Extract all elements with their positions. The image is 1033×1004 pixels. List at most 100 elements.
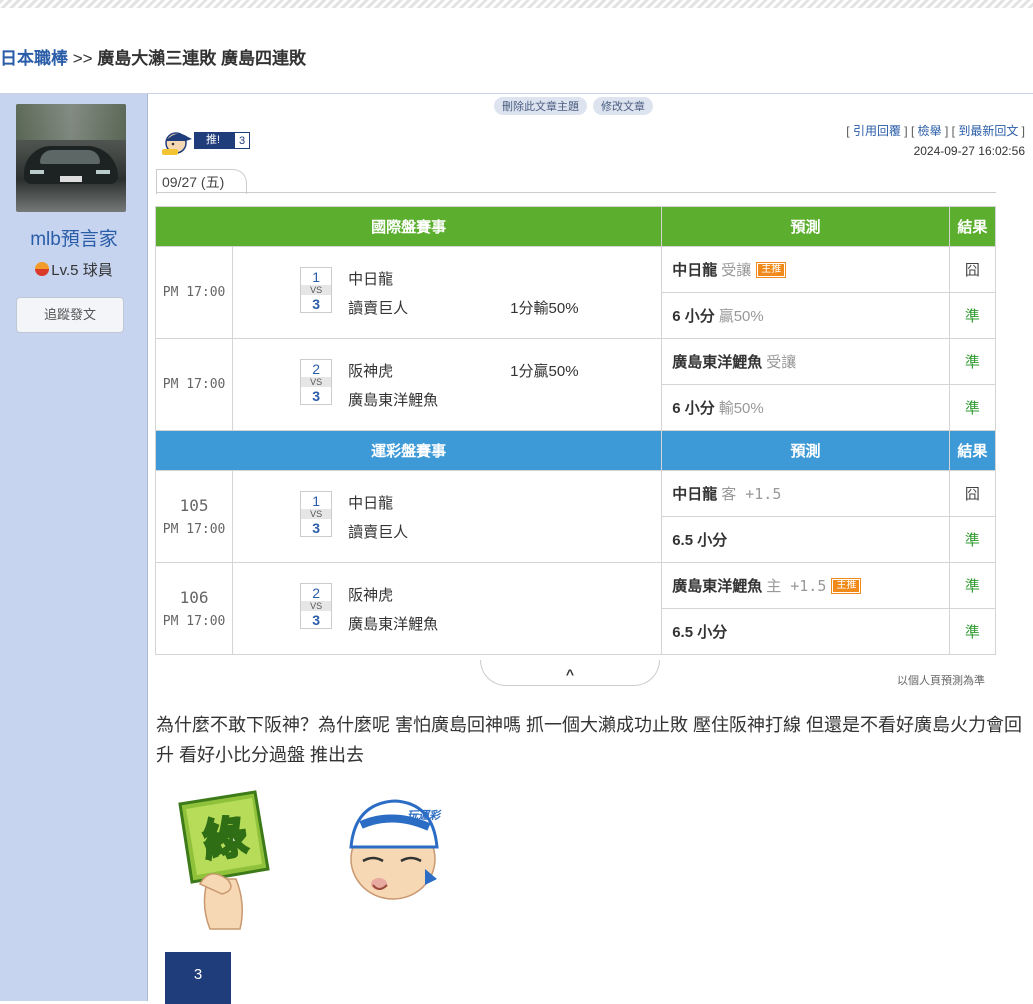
lottery-header-match: 運彩盤賽事 [154, 430, 663, 471]
prediction-cell: 6.5 小分 [661, 516, 950, 563]
user-level-label: Lv.5 球員 [51, 262, 113, 279]
prediction-pick: 中日龍 [672, 262, 718, 279]
score-away: 2 [300, 583, 333, 601]
mascot-icon [162, 132, 192, 155]
vs-label: VS [300, 377, 333, 387]
prediction-detail: 輸50% [718, 400, 764, 417]
intl-header-match: 國際盤賽事 [154, 206, 663, 247]
team-home: 廣島東洋鯉魚 [348, 616, 439, 633]
game-time-cell: 105 PM 17:00 [154, 470, 234, 563]
result-cell: 準 [948, 516, 997, 563]
lottery-header-pred: 預測 [661, 430, 950, 471]
top-border [0, 0, 1033, 8]
team-away: 中日龍 [348, 271, 394, 288]
sticker-text: 玩運彩 [407, 809, 442, 822]
latest-reply-link[interactable]: 到最新回文 [958, 124, 1018, 138]
score-away: 1 [300, 491, 333, 509]
vs-label: VS [300, 601, 333, 611]
vs-label: VS [300, 285, 333, 295]
prediction-detail: 受讓 [721, 262, 752, 279]
result-cell: 準 [948, 562, 997, 609]
intl-header-row: 國際盤賽事 預測 結果 [154, 206, 997, 247]
game-time-cell: 106 PM 17:00 [154, 562, 234, 655]
edit-post-button[interactable]: 修改文章 [593, 97, 653, 115]
push-count: 3 [234, 132, 250, 149]
score-home: 3 [300, 611, 333, 629]
prediction-cell: 6.5 小分 [661, 608, 950, 655]
prediction-pick: 6 小分 [672, 400, 715, 417]
lottery-header-result: 結果 [948, 430, 997, 471]
prediction-pick: 6.5 小分 [672, 532, 728, 549]
result-cell: 準 [948, 384, 997, 431]
baseball-icon [35, 262, 50, 276]
table-row: PM 17:00 1 VS 3 中日龍 讀賣巨人 1分輸50% 中日龍 受讓 主推 … [154, 246, 997, 339]
footnote: 以個人頁預測為準 [897, 675, 985, 687]
delete-topic-button[interactable]: 刪除此文章主題 [494, 97, 587, 115]
result-cell: 囧 [948, 246, 997, 293]
score-home: 3 [300, 519, 333, 537]
handicap-result: 1分輸50% [510, 300, 579, 317]
table-row: PM 17:00 2 VS 3 阪神虎 廣島東洋鯉魚 1分贏50% 廣島東洋鯉魚… [154, 338, 997, 431]
collapse-toggle[interactable]: ^ [480, 660, 660, 686]
matchup: 1 VS 3 中日龍 讀賣巨人 1分輸50% [232, 246, 663, 339]
featured-badge: 主推 [756, 262, 787, 278]
team-away: 阪神虎 [348, 587, 394, 604]
push-count-badge: 3 [165, 952, 231, 1004]
team-home: 讀賣巨人 [348, 300, 409, 317]
team-away: 阪神虎 [348, 363, 394, 380]
post-timestamp: 2024-09-27 16:02:56 [913, 144, 1025, 158]
date-divider [156, 192, 996, 193]
username[interactable]: mlb預言家 [0, 224, 148, 251]
game-time: PM 17:00 [162, 614, 226, 629]
team-home: 廣島東洋鯉魚 [348, 392, 439, 409]
prediction-table: 國際盤賽事 預測 結果 PM 17:00 1 VS 3 中日龍 讀賣巨人 1分輸… [154, 206, 997, 655]
featured-badge: 主推 [831, 578, 862, 594]
sticker-text: 綠 [200, 811, 251, 868]
post-content: 刪除此文章主題 修改文章 推! 3 [ 引用回覆 ] [ 檢舉 ] [ 到最新回文… [148, 94, 1033, 1004]
moderation-buttons: 刪除此文章主題 修改文章 [494, 97, 659, 115]
prediction-cell: 中日龍 受讓 主推 [661, 246, 950, 293]
result-cell: 準 [948, 292, 997, 339]
avatar[interactable] [16, 104, 126, 212]
prediction-pick: 6.5 小分 [672, 624, 728, 641]
result-cell: 囧 [948, 470, 997, 517]
breadcrumb: 日本職棒 >> 廣島大瀨三連敗 廣島四連敗 [0, 44, 306, 69]
post-container: mlb預言家 Lv.5 球員 追蹤發文 刪除此文章主題 修改文章 推! 3 [ 引… [0, 93, 1033, 1004]
handicap-result: 1分贏50% [510, 363, 579, 380]
post-body-text: 為什麼不敢下阪神？為什麼呢 害怕廣島回神嗎 抓一個大瀨成功止敗 壓住阪神打線 但… [156, 715, 1022, 765]
score-away: 2 [300, 359, 333, 377]
user-level: Lv.5 球員 [0, 259, 148, 280]
prediction-cell: 6 小分 贏50% [661, 292, 950, 339]
table-row: 105 PM 17:00 1 VS 3 中日龍 讀賣巨人 中日龍客 +1.5 囧 [154, 470, 997, 563]
prediction-pick: 中日龍 [672, 486, 718, 503]
user-sidebar: mlb預言家 Lv.5 球員 追蹤發文 [0, 94, 148, 1001]
follow-button[interactable]: 追蹤發文 [16, 297, 124, 333]
green-card-sticker-icon: 綠 [178, 790, 270, 930]
intl-header-pred: 預測 [661, 206, 950, 247]
game-number: 105 [179, 496, 209, 515]
report-link[interactable]: 檢舉 [918, 124, 942, 138]
prediction-pick: 廣島東洋鯉魚 [672, 354, 763, 371]
intl-header-result: 結果 [948, 206, 997, 247]
score-home: 3 [300, 387, 333, 405]
breadcrumb-forum-link[interactable]: 日本職棒 [0, 49, 68, 68]
matchup: 2 VS 3 阪神虎 廣島東洋鯉魚 1分贏50% [232, 338, 663, 431]
game-time: PM 17:00 [162, 522, 226, 537]
lottery-header-row: 運彩盤賽事 預測 結果 [154, 430, 997, 471]
date-tab: 09/27 (五) [156, 169, 248, 194]
team-home: 讀賣巨人 [348, 524, 409, 541]
prediction-detail: 贏50% [718, 308, 764, 325]
prediction-pick: 廣島東洋鯉魚 [672, 578, 763, 595]
prediction-cell: 廣島東洋鯉魚主 +1.5 主推 [661, 562, 950, 609]
prediction-cell: 6 小分 輸50% [661, 384, 950, 431]
game-number: 106 [179, 588, 209, 607]
prediction-pick: 6 小分 [672, 308, 715, 325]
team-away: 中日龍 [348, 495, 394, 512]
score-home: 3 [300, 295, 333, 313]
result-cell: 準 [948, 338, 997, 385]
page-title: 廣島大瀨三連敗 廣島四連敗 [97, 49, 307, 68]
prediction-detail: 受讓 [766, 354, 797, 371]
mascot-sticker-icon: 玩運彩 [349, 799, 442, 900]
quote-reply-link[interactable]: 引用回覆 [853, 124, 901, 138]
score-away: 1 [300, 267, 333, 285]
